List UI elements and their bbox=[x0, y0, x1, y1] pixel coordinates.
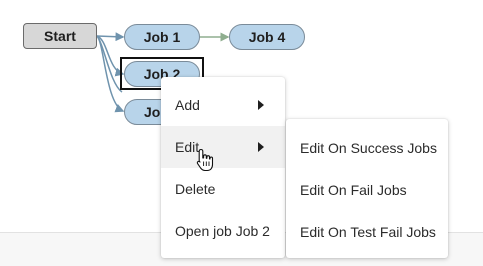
job-node-job1[interactable]: Job 1 bbox=[124, 24, 200, 50]
menu-item-add-label: Add bbox=[175, 97, 200, 113]
edit-submenu: Edit On Success Jobs Edit On Fail Jobs E… bbox=[286, 119, 448, 258]
submenu-item-on-success-label: Edit On Success Jobs bbox=[300, 140, 437, 156]
job3-label: Jo bbox=[144, 104, 161, 120]
submenu-arrow-icon bbox=[258, 100, 264, 110]
menu-item-open-job[interactable]: Open job Job 2 bbox=[161, 210, 285, 252]
edge-start-extra bbox=[96, 35, 123, 93]
menu-item-edit[interactable]: Edit bbox=[161, 126, 285, 168]
submenu-arrow-icon bbox=[258, 142, 264, 152]
job-node-job4[interactable]: Job 4 bbox=[229, 24, 305, 50]
job4-label: Job 4 bbox=[248, 29, 286, 45]
menu-item-add[interactable]: Add bbox=[161, 84, 285, 126]
menu-item-delete-label: Delete bbox=[175, 181, 216, 197]
submenu-item-edit-on-fail[interactable]: Edit On Fail Jobs bbox=[286, 169, 448, 211]
start-node[interactable]: Start bbox=[23, 23, 97, 49]
start-node-label: Start bbox=[44, 28, 76, 44]
edge-start-job1 bbox=[96, 32, 125, 42]
submenu-item-edit-on-test-fail[interactable]: Edit On Test Fail Jobs bbox=[286, 211, 448, 253]
menu-item-delete[interactable]: Delete bbox=[161, 168, 285, 210]
job1-label: Job 1 bbox=[143, 29, 181, 45]
menu-item-open-job-label: Open job Job 2 bbox=[175, 223, 270, 239]
submenu-item-edit-on-success[interactable]: Edit On Success Jobs bbox=[286, 127, 448, 169]
submenu-item-on-test-fail-label: Edit On Test Fail Jobs bbox=[300, 224, 436, 240]
menu-item-edit-label: Edit bbox=[175, 139, 200, 155]
submenu-item-on-fail-label: Edit On Fail Jobs bbox=[300, 182, 407, 198]
context-menu: Add Edit Delete Open job Job 2 bbox=[161, 77, 285, 258]
workflow-canvas[interactable]: Start Job 1 Job 4 Job 2 Jo Add Edit Dele… bbox=[0, 0, 483, 266]
